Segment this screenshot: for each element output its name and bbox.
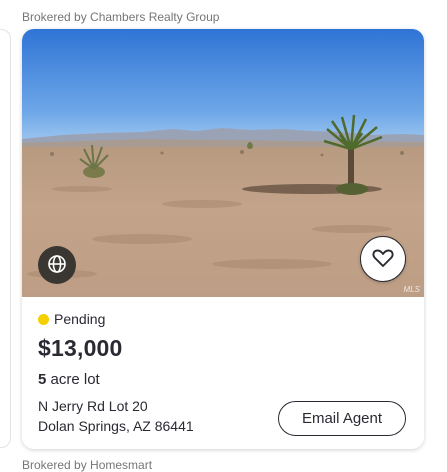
status-dot-icon: [38, 313, 49, 325]
address-line-2: Dolan Springs, AZ 86441: [38, 418, 194, 434]
listing-card[interactable]: MLS Pending $13,000 5 acre lot N Jerry R…: [22, 29, 424, 449]
brokered-by-label: Brokered by Chambers Realty Group: [22, 10, 220, 24]
next-listing-brokered-label: Brokered by Homesmart: [22, 458, 153, 472]
globe-icon: [47, 254, 67, 277]
listing-status: Pending: [38, 311, 105, 327]
status-label: Pending: [54, 311, 106, 327]
lot-size-unit: acre lot: [50, 371, 100, 388]
previous-listing-card[interactable]: [0, 29, 11, 448]
listing-price: $13,000: [38, 335, 123, 361]
address-line-1: N Jerry Rd Lot 20: [38, 398, 148, 414]
email-agent-button[interactable]: Email Agent: [278, 401, 406, 436]
lot-size-value: 5: [38, 371, 47, 388]
photo-watermark: MLS: [403, 285, 420, 294]
save-favorite-button[interactable]: [360, 236, 406, 282]
virtual-tour-button[interactable]: [38, 246, 76, 284]
heart-icon: [372, 248, 394, 271]
lot-size: 5 acre lot: [38, 371, 100, 388]
